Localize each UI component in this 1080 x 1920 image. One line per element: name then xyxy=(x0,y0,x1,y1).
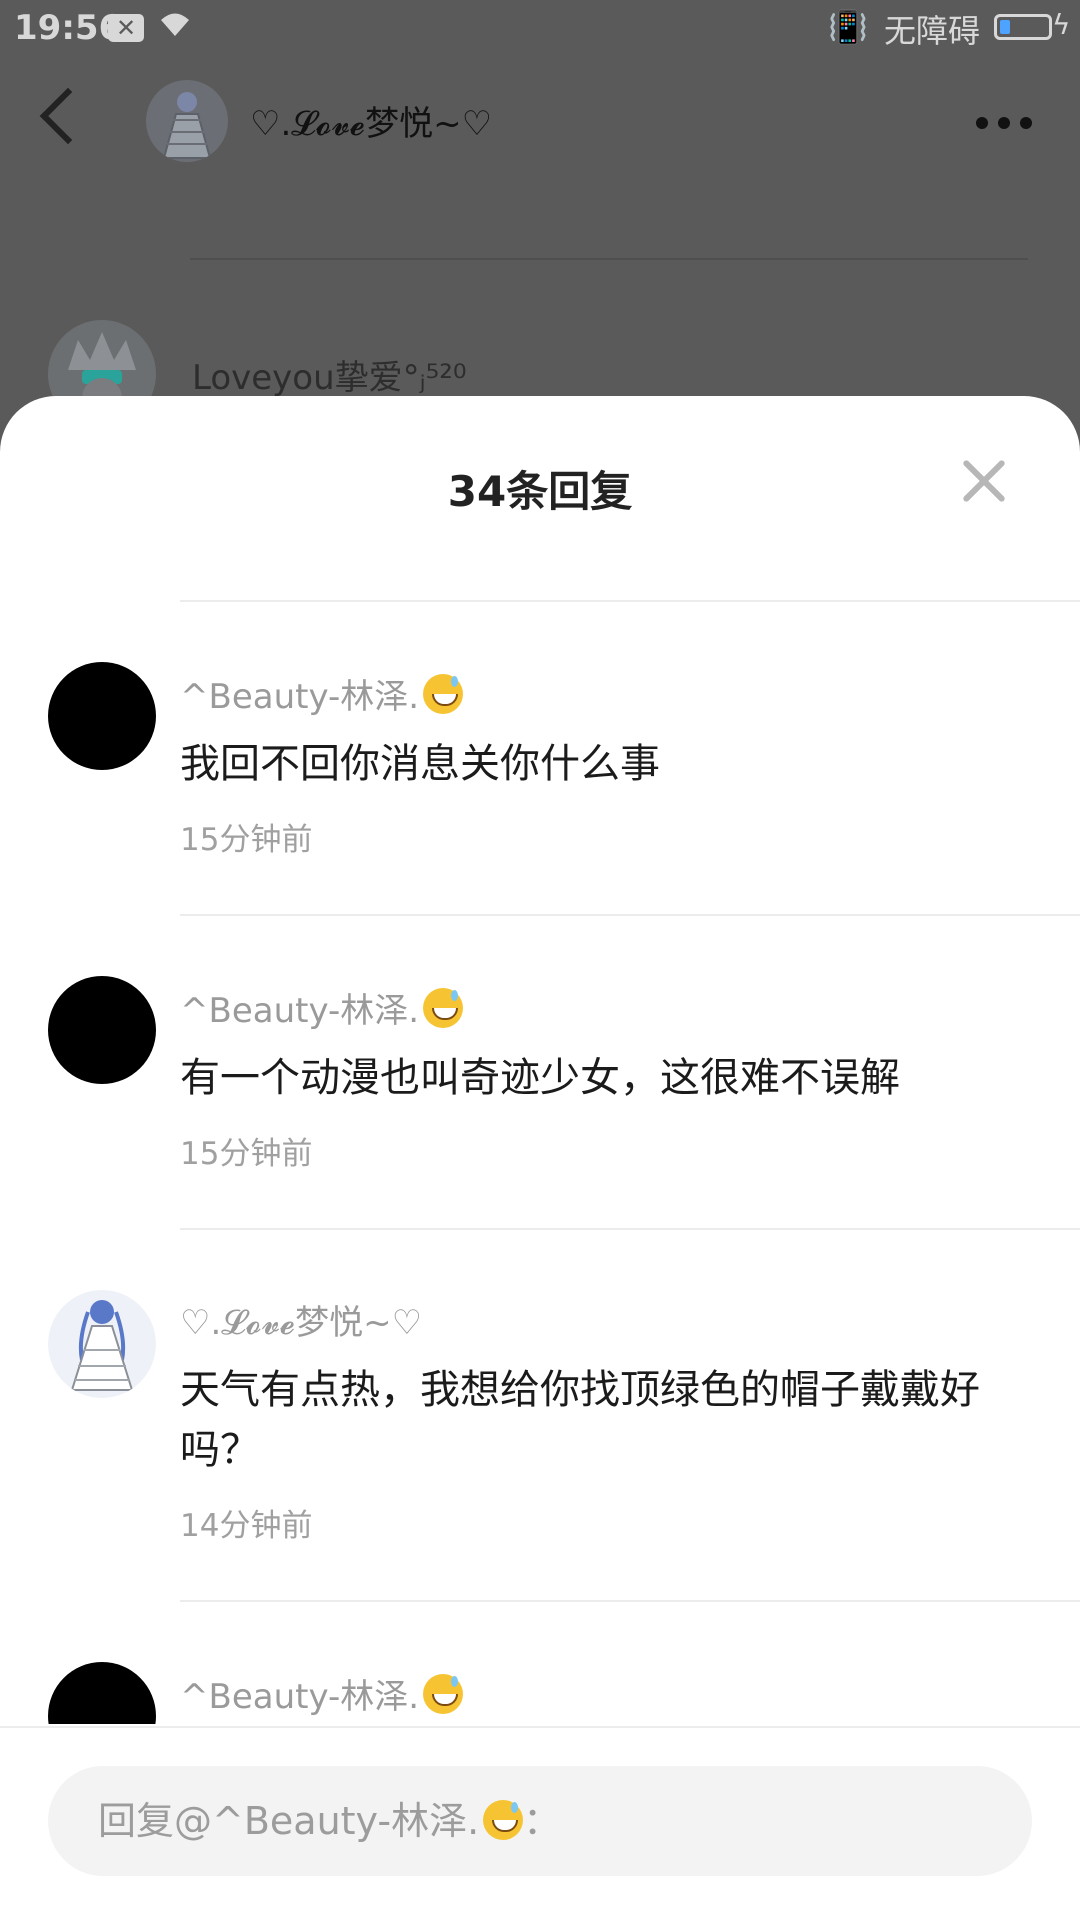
reply-author[interactable]: ^Beauty-林泽. xyxy=(180,1602,1080,1718)
reply-author-name: ^Beauty-林泽. xyxy=(180,991,420,1031)
list-item[interactable]: ♡.𝓛𝓸𝓿𝓮梦悦~♡ 天气有点热，我想给你找顶绿色的帽子戴戴好吗？ 14分钟前 xyxy=(48,1228,1080,1600)
avatar[interactable] xyxy=(48,976,156,1084)
reply-author[interactable]: ^Beauty-林泽. xyxy=(180,602,1080,718)
divider xyxy=(190,258,1028,260)
list-item[interactable]: ^Beauty-林泽. 我回不回你消息关你什么事 15分钟前 xyxy=(48,600,1080,914)
comment-author: Loveyou挚爱°ⱼ⁵²⁰ xyxy=(192,358,467,398)
back-icon[interactable] xyxy=(39,87,97,145)
close-icon[interactable] xyxy=(960,458,1006,504)
reply-author-name: ^Beauty-林泽. xyxy=(180,1677,420,1717)
reply-time: 14分钟前 xyxy=(180,1508,313,1544)
reply-input-bar: 回复@^Beauty-林泽. ： xyxy=(0,1726,1080,1920)
reply-text: 有一个动漫也叫奇迹少女，这很难不误解 xyxy=(180,1055,900,1101)
status-bar: 19:56 ✕ 📳 无障碍 ϟ xyxy=(0,0,1080,58)
list-item[interactable]: ^Beauty-林泽. 有一个动漫也叫奇迹少女，这很难不误解 15分钟前 xyxy=(48,914,1080,1228)
reply-text: 天气有点热，我想给你找顶绿色的帽子戴戴好吗？ xyxy=(180,1367,980,1473)
charging-icon: ϟ xyxy=(1052,8,1071,41)
sweat-smile-emoji-icon xyxy=(423,988,464,1028)
status-network-label: 无障碍 xyxy=(884,12,981,50)
avatar[interactable] xyxy=(48,1290,156,1398)
list-item[interactable]: ^Beauty-林泽. xyxy=(48,1600,1080,1724)
reply-list[interactable]: ^Beauty-林泽. 我回不回你消息关你什么事 15分钟前 ^Beauty-林… xyxy=(0,600,1080,1724)
page-title: ♡.𝓛𝓸𝓿𝓮梦悦~♡ xyxy=(250,104,493,144)
reply-author[interactable]: ^Beauty-林泽. xyxy=(180,916,1080,1032)
notification-x-icon: ✕ xyxy=(108,14,144,42)
avatar[interactable] xyxy=(48,1662,156,1724)
reply-text: 我回不回你消息关你什么事 xyxy=(180,741,660,787)
sweat-smile-emoji-icon xyxy=(423,674,464,714)
reply-time: 15分钟前 xyxy=(180,822,313,858)
status-time: 19:56 xyxy=(14,8,123,48)
reply-author-name: ^Beauty-林泽. xyxy=(180,677,420,717)
reply-author-name: ♡.𝓛𝓸𝓿𝓮梦悦~♡ xyxy=(180,1303,423,1343)
sweat-smile-emoji-icon xyxy=(423,1674,464,1714)
vibrate-icon: 📳 xyxy=(828,8,868,46)
reply-time: 15分钟前 xyxy=(180,1136,313,1172)
reply-input-placeholder: 回复@^Beauty-林泽. xyxy=(98,1799,480,1843)
avatar[interactable] xyxy=(146,80,228,162)
sheet-title: 34条回复 xyxy=(447,467,633,516)
more-icon[interactable] xyxy=(976,114,1042,133)
wifi-icon xyxy=(158,8,192,48)
sweat-smile-emoji-icon xyxy=(483,1800,524,1840)
replies-sheet: 34条回复 ^Beauty-林泽. 我回不回你消息关你什么事 15分钟前 ^Be… xyxy=(0,396,1080,1920)
reply-input-colon: ： xyxy=(523,1799,562,1843)
battery-icon xyxy=(994,14,1052,40)
reply-author[interactable]: ♡.𝓛𝓸𝓿𝓮梦悦~♡ xyxy=(180,1230,1080,1344)
avatar[interactable] xyxy=(48,662,156,770)
reply-input[interactable]: 回复@^Beauty-林泽. ： xyxy=(48,1766,1032,1876)
